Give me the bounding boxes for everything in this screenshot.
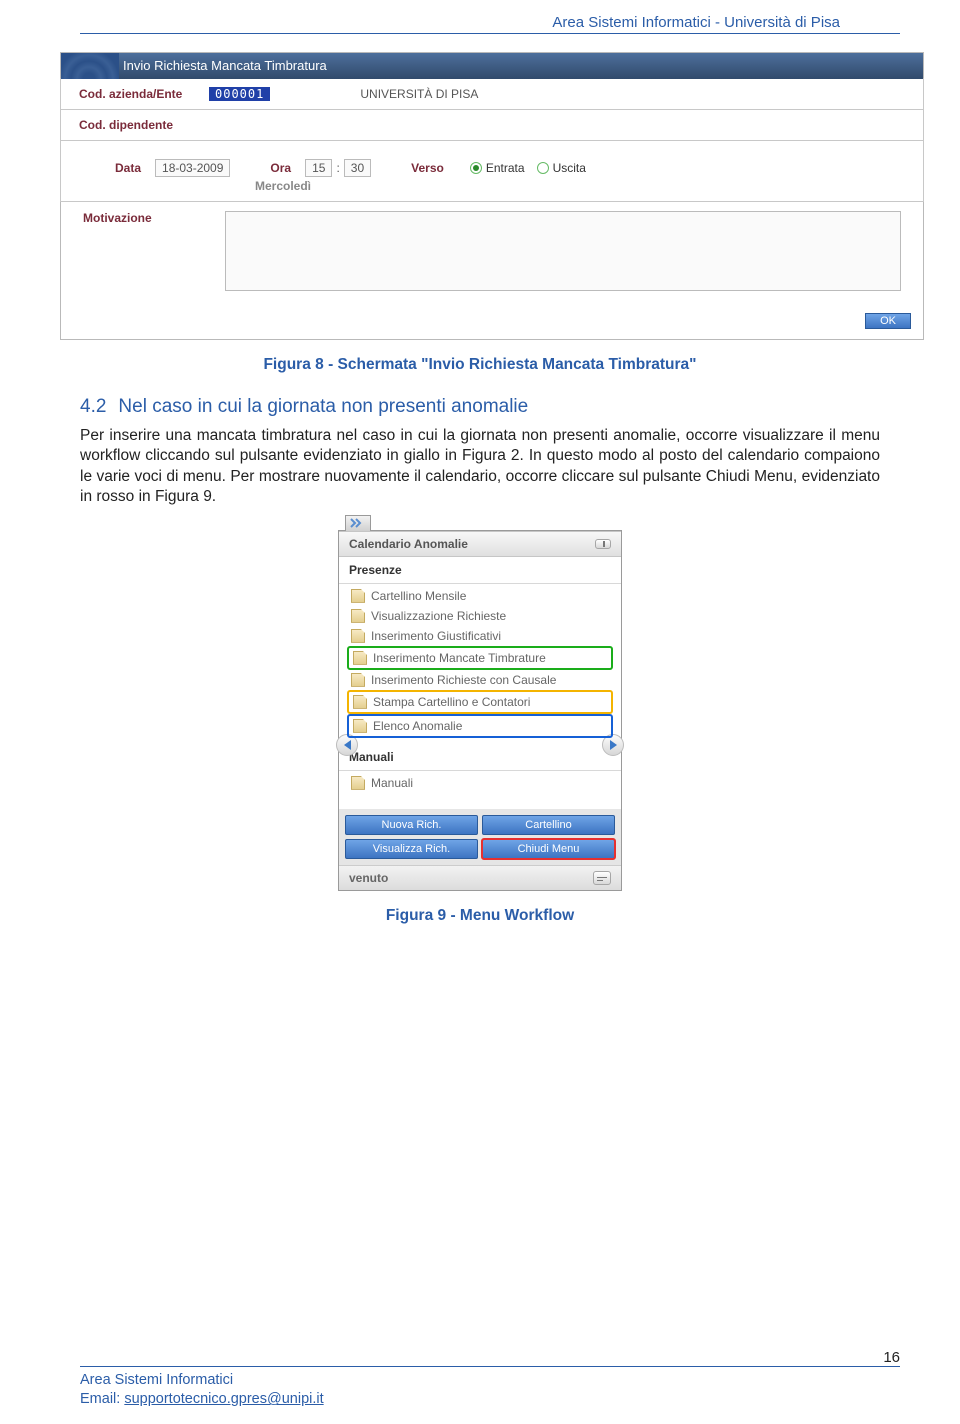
- collapse-icon[interactable]: [595, 539, 611, 549]
- menu-item-label: Visualizzazione Richieste: [371, 609, 506, 623]
- footer-email-line: Email: supportotecnico.gpres@unipi.it: [80, 1390, 324, 1410]
- menu-item-label: Inserimento Giustificativi: [371, 629, 501, 643]
- chevrons-right-icon: [350, 518, 366, 528]
- file-icon: [351, 609, 365, 623]
- figure9-caption: Figura 9 - Menu Workflow: [0, 907, 960, 925]
- file-icon: [351, 629, 365, 643]
- footer-email-link[interactable]: supportotecnico.gpres@unipi.it: [124, 1391, 323, 1407]
- row-azienda: Cod. azienda/Ente 000001 UNIVERSITÀ DI P…: [60, 78, 924, 110]
- form-title: Invio Richiesta Mancata Timbratura: [123, 58, 327, 73]
- field-mm[interactable]: 30: [344, 159, 371, 177]
- page-header: Area Sistemi Informatici - Università di…: [80, 0, 900, 34]
- row-dipendente: Cod. dipendente: [60, 109, 924, 141]
- menu-screenshot: Calendario Anomalie Presenze Cartellino …: [338, 530, 622, 891]
- menu-item-label: Inserimento Mancate Timbrature: [373, 651, 546, 665]
- day-name: Mercoledì: [255, 179, 905, 193]
- menu-item-stampa[interactable]: Stampa Cartellino e Contatori: [347, 690, 613, 714]
- section-title: Nel caso in cui la giornata non presenti…: [118, 396, 528, 417]
- file-icon: [351, 776, 365, 790]
- row-details: Data 18-03-2009 Ora 15 : 30 Verso Entrat…: [60, 140, 924, 202]
- menu-item-manuali[interactable]: Manuali: [347, 773, 613, 793]
- file-icon: [353, 695, 367, 709]
- menu-header-calendario: Calendario Anomalie: [339, 531, 621, 557]
- menu-item-mancate-timbrature[interactable]: Inserimento Mancate Timbrature: [347, 646, 613, 670]
- value-azienda-org: UNIVERSITÀ DI PISA: [360, 87, 478, 101]
- ok-button[interactable]: OK: [865, 313, 911, 329]
- label-entrata: Entrata: [486, 161, 525, 175]
- menu-sub-presenze: Presenze: [339, 557, 621, 584]
- file-icon: [353, 651, 367, 665]
- menu-header-text: Calendario Anomalie: [349, 537, 468, 551]
- form-titlebar: Invio Richiesta Mancata Timbratura: [61, 53, 923, 79]
- page-number: 16: [80, 1349, 900, 1366]
- figure8-caption: Figura 8 - Schermata "Invio Richiesta Ma…: [0, 356, 960, 374]
- btn-visualizza-rich[interactable]: Visualizza Rich.: [345, 839, 478, 859]
- file-icon: [353, 719, 367, 733]
- label-ora: Ora: [270, 161, 291, 175]
- menu-footer: venuto: [339, 865, 621, 890]
- radio-entrata[interactable]: [470, 162, 482, 174]
- menu-item-label: Inserimento Richieste con Causale: [371, 673, 556, 687]
- field-hh[interactable]: 15: [305, 159, 332, 177]
- section-number: 4.2: [80, 396, 106, 417]
- menu-sub-manuali: Manuali: [339, 744, 621, 771]
- menu-item-label: Stampa Cartellino e Contatori: [373, 695, 530, 709]
- menu-items-manuali: Manuali: [339, 771, 621, 809]
- menu-item-label: Manuali: [371, 776, 413, 790]
- menu-item-label: Cartellino Mensile: [371, 589, 466, 603]
- label-azienda: Cod. azienda/Ente: [79, 87, 209, 101]
- menu-item-label: Elenco Anomalie: [373, 719, 462, 733]
- menu-footer-text: venuto: [349, 871, 388, 885]
- menu-buttons: Nuova Rich. Cartellino Visualizza Rich. …: [339, 809, 621, 865]
- menu-item-elenco-anomalie[interactable]: Elenco Anomalie: [347, 714, 613, 738]
- menu-item-cartellino[interactable]: Cartellino Mensile: [347, 586, 613, 606]
- menu-item-causale[interactable]: Inserimento Richieste con Causale: [347, 670, 613, 690]
- menu-item-giustificativi[interactable]: Inserimento Giustificativi: [347, 626, 613, 646]
- footer-email-prefix: Email:: [80, 1391, 124, 1407]
- btn-nuova-rich[interactable]: Nuova Rich.: [345, 815, 478, 835]
- value-azienda-code: 000001: [209, 87, 270, 101]
- card-icon[interactable]: [593, 871, 611, 885]
- textarea-motivazione[interactable]: [225, 211, 901, 291]
- file-icon: [351, 673, 365, 687]
- menu-items-presenze: Cartellino Mensile Visualizzazione Richi…: [339, 584, 621, 744]
- section-heading: 4.2 Nel caso in cui la giornata non prese…: [80, 396, 880, 418]
- label-motivazione: Motivazione: [83, 211, 225, 225]
- form-screenshot: Invio Richiesta Mancata Timbratura Cod. …: [60, 52, 924, 340]
- btn-chiudi-menu[interactable]: Chiudi Menu: [482, 839, 615, 859]
- btn-cartellino[interactable]: Cartellino: [482, 815, 615, 835]
- page-footer: 16 Area Sistemi Informatici Email: suppo…: [80, 1367, 900, 1410]
- row-motivazione: Motivazione: [61, 201, 923, 307]
- colon: :: [336, 161, 339, 175]
- file-icon: [351, 589, 365, 603]
- body-paragraph: Per inserire una mancata timbratura nel …: [80, 426, 880, 508]
- footer-org: Area Sistemi Informatici: [80, 1371, 324, 1391]
- menu-tab-handle[interactable]: [345, 515, 371, 531]
- field-data[interactable]: 18-03-2009: [155, 159, 230, 177]
- radio-uscita[interactable]: [537, 162, 549, 174]
- label-data: Data: [115, 161, 141, 175]
- logo-swirl-icon: [61, 53, 119, 79]
- label-dipendente: Cod. dipendente: [79, 118, 209, 132]
- menu-item-visualizzazione[interactable]: Visualizzazione Richieste: [347, 606, 613, 626]
- label-verso: Verso: [411, 161, 444, 175]
- label-uscita: Uscita: [553, 161, 586, 175]
